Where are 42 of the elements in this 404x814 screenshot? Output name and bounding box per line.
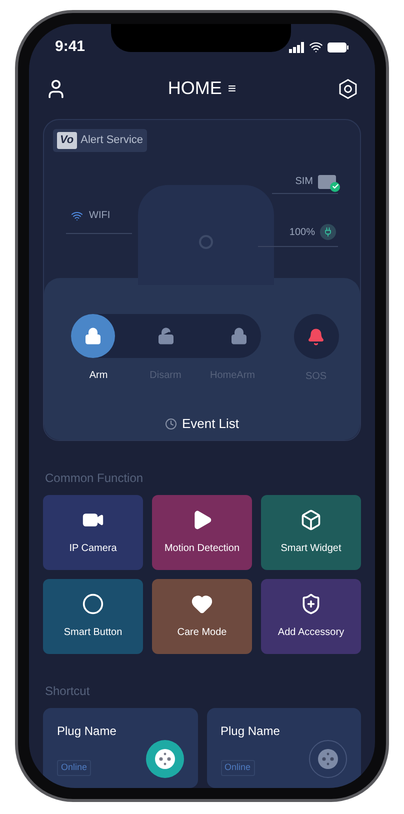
power-toggle[interactable] — [309, 740, 347, 778]
plug-card[interactable]: Plug Name Online — [206, 708, 361, 788]
service-logo: Vo — [57, 132, 77, 149]
shield-plus-icon — [300, 593, 322, 615]
lock-icon — [84, 327, 102, 346]
wifi-label: WIFI — [89, 209, 110, 224]
socket-icon — [317, 748, 339, 770]
function-tile[interactable]: Smart Button — [43, 579, 143, 654]
mode-button[interactable] — [70, 314, 114, 358]
settings-icon[interactable] — [336, 78, 359, 100]
section-title: Common Function — [45, 470, 144, 487]
badge-label: Alert Service — [80, 133, 144, 148]
function-tile[interactable]: Motion Detection — [152, 495, 252, 570]
mode-label: Arm — [88, 369, 109, 384]
menu-glyph[interactable]: ≡ — [228, 78, 236, 100]
function-tile[interactable]: IP Camera — [43, 495, 143, 570]
function-tile[interactable]: Care Mode — [152, 579, 252, 654]
plug-card[interactable]: Plug Name Online — [43, 708, 198, 788]
plug-name: Plug Name — [220, 723, 281, 740]
event-list-button[interactable]: Event List — [164, 414, 240, 434]
plug-name: Plug Name — [57, 723, 118, 740]
status-time: 9:41 — [55, 36, 86, 57]
clock-icon — [164, 418, 177, 430]
leader-line — [66, 233, 132, 234]
sim-label: SIM — [295, 175, 313, 190]
function-tile[interactable]: Add Accessory — [261, 579, 361, 654]
status-tag: Online — [220, 760, 255, 776]
bell-icon — [307, 328, 325, 346]
alert-service-badge[interactable]: Vo Alert Service — [53, 129, 148, 152]
status-icons — [289, 40, 349, 54]
page-title: HOME — [168, 77, 222, 100]
socket-icon — [154, 748, 176, 770]
section-title: Shortcut — [45, 683, 91, 700]
battery-level-label: 100% — [289, 226, 315, 240]
heart-icon — [191, 593, 213, 615]
function-tile[interactable]: Smart Widget — [261, 495, 361, 570]
status-tag: Online — [57, 760, 92, 776]
cube-icon — [300, 509, 322, 531]
power-toggle[interactable] — [146, 740, 184, 778]
leader-line — [272, 193, 338, 194]
unlocked-icon — [156, 327, 174, 346]
plug-icon — [320, 224, 336, 240]
